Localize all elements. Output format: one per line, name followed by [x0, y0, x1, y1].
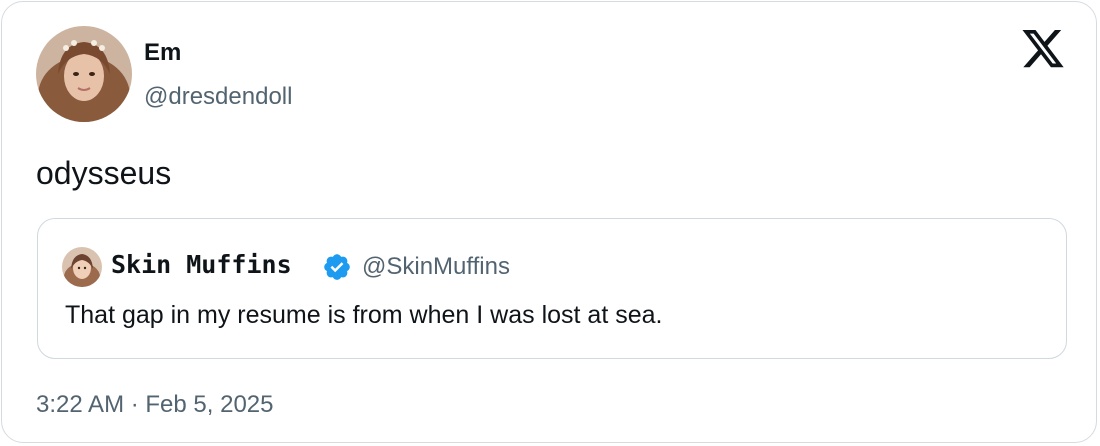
x-logo-icon[interactable]: [1020, 30, 1066, 72]
author-handle[interactable]: @dresdendoll: [144, 82, 292, 112]
quoted-handle[interactable]: @SkinMuffins: [362, 252, 510, 282]
author-avatar[interactable]: [36, 26, 132, 122]
tweet-text: odysseus: [36, 155, 172, 191]
quoted-author-avatar[interactable]: [62, 247, 102, 287]
tweet-timestamp[interactable]: 3:22 AM · Feb 5, 2025: [36, 390, 273, 420]
quoted-tweet-text: That gap in my resume is from when I was…: [65, 301, 663, 329]
quoted-tweet[interactable]: Skin Muffins @SkinMuffins That gap in my…: [37, 218, 1067, 359]
verified-badge-icon: [322, 252, 352, 282]
author-display-name[interactable]: Em: [144, 38, 181, 68]
quoted-display-name[interactable]: Skin Muffins: [111, 250, 292, 280]
tweet-card: Em @dresdendoll odysseus Skin Muffins @S…: [1, 1, 1097, 443]
